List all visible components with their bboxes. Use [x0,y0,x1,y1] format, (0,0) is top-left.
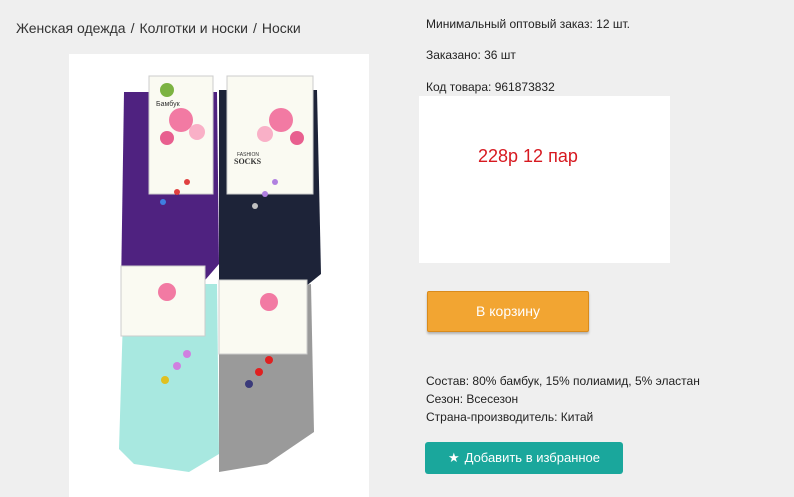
flower-decoration [169,108,193,132]
breadcrumb-separator: / [252,20,257,36]
composition-text: Состав: 80% бамбук, 15% полиамид, 5% эла… [426,374,700,388]
socks-text: SOCKS [234,157,262,166]
embroidery [252,203,258,209]
embroidery [245,380,253,388]
product-attributes: Состав: 80% бамбук, 15% полиамид, 5% эла… [426,372,700,426]
country-text: Страна-производитель: Китай [426,410,594,424]
embroidery [184,179,190,185]
add-to-favorites-label: Добавить в избранное [464,450,601,465]
season-text: Сезон: Всесезон [426,392,519,406]
flower-decoration [189,124,205,140]
star-icon: ★ [447,450,460,465]
sock-label-4 [218,279,308,355]
embroidery [265,356,273,364]
breadcrumb-current-socks: Носки [261,20,301,36]
embroidery [160,199,166,205]
min-order-text: Минимальный оптовый заказ: 12 шт. [426,17,630,31]
add-to-favorites-button[interactable]: ★ Добавить в избранное [425,442,623,474]
brand-logo [160,83,174,97]
flower-decoration [257,126,273,142]
embroidery [161,376,169,384]
product-page: Женская одежда / Колготки и носки / Носки Ба… [0,0,794,497]
breadcrumb: Женская одежда / Колготки и носки / Носки [16,20,301,36]
ordered-count-text: Заказано: 36 шт [426,48,516,62]
embroidery [255,368,263,376]
sock-label-3 [120,265,206,337]
breadcrumb-womens-clothing[interactable]: Женская одежда [16,20,126,36]
embroidery [173,362,181,370]
flower-decoration [269,108,293,132]
breadcrumb-tights-and-socks[interactable]: Колготки и носки [139,20,248,36]
breadcrumb-separator: / [130,20,135,36]
product-code-text: Код товара: 961873832 [426,80,555,94]
flower-decoration [160,131,174,145]
embroidery [272,179,278,185]
embroidery [174,189,180,195]
embroidery [183,350,191,358]
embroidery [262,191,268,197]
socks-photo: Бамбук FASHION SOCKS [119,75,321,472]
flower-decoration [158,283,176,301]
product-image[interactable]: Бамбук FASHION SOCKS [69,54,369,497]
price-text: 228р 12 пар [478,146,578,166]
price-panel: 228р 12 пар [419,96,670,263]
brand-text: Бамбук [156,100,181,108]
flower-decoration [260,293,278,311]
add-to-cart-button[interactable]: В корзину [427,291,589,332]
flower-decoration [290,131,304,145]
